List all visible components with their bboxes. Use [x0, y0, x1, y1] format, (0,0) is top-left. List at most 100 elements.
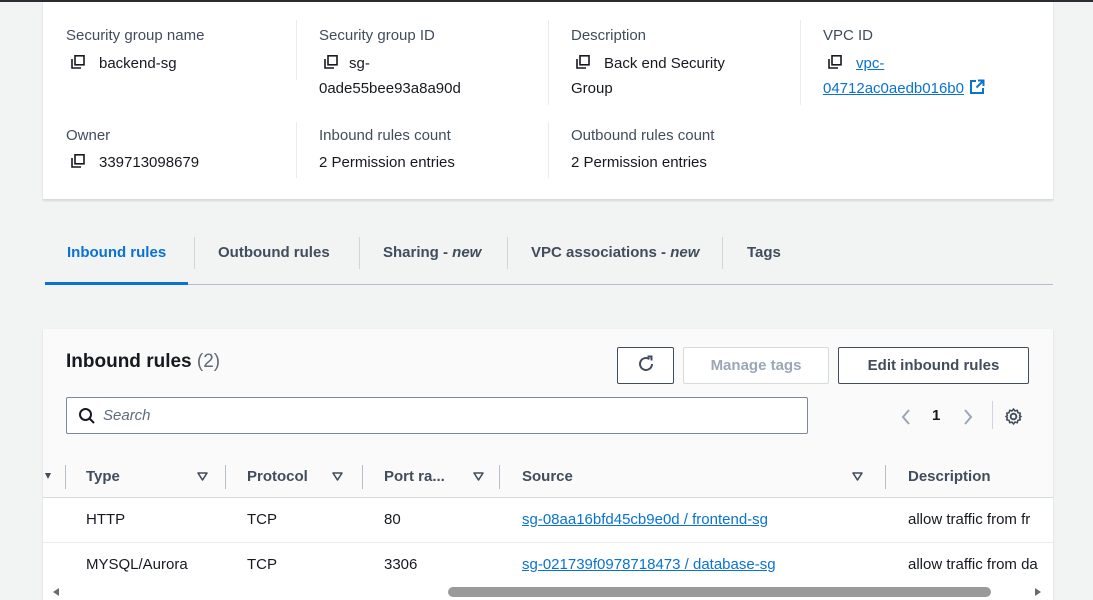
rule-description: allow traffic from fr [886, 497, 1053, 543]
table-cell [43, 497, 66, 543]
sg-id-field: Security group ID sg- 0ade55bee93a8a90d [319, 26, 544, 101]
column-header-source[interactable]: Source [500, 457, 886, 498]
scroll-right-icon[interactable] [1033, 587, 1043, 597]
copy-icon[interactable] [71, 154, 85, 168]
divider [800, 20, 801, 105]
column-label: Description [908, 468, 991, 486]
tab-label: VPC associations - [531, 244, 671, 261]
tab-divider [194, 237, 195, 269]
inbound-count-label: Inbound rules count [319, 127, 451, 144]
panel-header: Inbound rules (2) Manage tags Edit inbou… [43, 329, 1053, 457]
new-tag: new [670, 244, 700, 261]
sg-name-field: Security group name backend-sg [66, 26, 291, 76]
tab-divider [359, 237, 360, 269]
table-row: MYSQL/Aurora TCP 3306 sg-021739f09787184… [43, 542, 1053, 588]
column-header-description[interactable]: Description [886, 457, 1053, 498]
external-link-icon[interactable] [969, 79, 985, 95]
outbound-count-label: Outbound rules count [571, 127, 715, 144]
security-group-details: Security group name backend-sg Security … [43, 2, 1053, 200]
rule-source-link[interactable]: sg-021739f0978718473 / database-sg [522, 556, 776, 573]
edit-inbound-rules-button[interactable]: Edit inbound rules [838, 347, 1029, 384]
sort-icon[interactable] [852, 471, 863, 482]
gear-icon[interactable] [1004, 407, 1023, 426]
table-header-row: Type Protocol Port ra... Source Descript… [43, 457, 1053, 498]
sg-name-value: backend-sg [99, 55, 177, 72]
column-label: Source [522, 468, 573, 486]
vpc-id-link-cont[interactable]: 04712ac0aedb016b0 [823, 80, 964, 97]
search-input[interactable] [103, 404, 793, 426]
tab-label: Outbound rules [218, 244, 330, 261]
chevron-right-icon[interactable] [961, 407, 975, 427]
inbound-rules-panel: Inbound rules (2) Manage tags Edit inbou… [43, 329, 1053, 600]
description-line1: Back end Security [604, 55, 725, 72]
sg-id-label: Security group ID [319, 27, 435, 44]
panel-title: Inbound rules (2) [66, 351, 220, 373]
sg-id-line1: sg- [349, 55, 370, 72]
divider [548, 122, 549, 178]
tab-sharing[interactable]: Sharing - new [383, 226, 481, 284]
divider [548, 20, 549, 105]
description-line2: Group [571, 80, 613, 97]
table-cell [43, 542, 66, 588]
panel-title-text: Inbound rules [66, 351, 192, 372]
column-label: Type [86, 468, 120, 486]
tab-divider [507, 237, 508, 269]
tab-bar: Inbound rules Outbound rules Sharing - n… [44, 226, 1053, 285]
rule-port: 80 [363, 497, 500, 543]
tab-label: Tags [747, 244, 781, 261]
sort-icon[interactable] [332, 471, 343, 482]
tab-tags[interactable]: Tags [747, 226, 781, 284]
outbound-count-value: 2 Permission entries [571, 154, 707, 171]
description-label: Description [571, 27, 647, 44]
horizontal-scrollbar[interactable] [43, 584, 1053, 600]
rule-source-link[interactable]: sg-08aa16bfd45cb9e0d / frontend-sg [522, 511, 768, 528]
vpc-id-field: VPC ID vpc- 04712ac0aedb016b0 [823, 26, 1048, 101]
copy-icon[interactable] [576, 55, 590, 69]
table-row: HTTP TCP 80 sg-08aa16bfd45cb9e0d / front… [43, 497, 1053, 543]
column-label: Port ra... [384, 468, 445, 486]
column-header-type[interactable]: Type [66, 457, 226, 498]
rule-port: 3306 [363, 542, 500, 588]
scroll-left-icon[interactable] [51, 587, 61, 597]
outbound-count-field: Outbound rules count 2 Permission entrie… [571, 126, 796, 175]
sort-icon[interactable] [197, 471, 208, 482]
description-field: Description Back end Security Group [571, 26, 796, 101]
tab-inbound-rules[interactable]: Inbound rules [44, 226, 189, 285]
divider [296, 20, 297, 80]
manage-tags-button[interactable]: Manage tags [683, 347, 829, 384]
pager-divider [992, 401, 993, 429]
rules-table: Type Protocol Port ra... Source Descript… [43, 457, 1053, 588]
rule-description: allow traffic from da [886, 542, 1053, 588]
rules-count: (2) [196, 351, 221, 372]
page-number[interactable]: 1 [932, 407, 940, 424]
rule-protocol: TCP [226, 542, 363, 588]
copy-icon[interactable] [71, 55, 85, 69]
tab-label: Inbound rules [67, 244, 167, 261]
tab-vpc-associations[interactable]: VPC associations - new [531, 226, 699, 284]
copy-icon[interactable] [828, 55, 842, 69]
sort-icon[interactable] [473, 471, 484, 482]
column-header-port-range[interactable]: Port ra... [363, 457, 500, 498]
refresh-button[interactable] [617, 347, 674, 384]
divider [296, 122, 297, 178]
rule-protocol: TCP [226, 497, 363, 543]
search-box [66, 397, 808, 434]
inbound-count-field: Inbound rules count 2 Permission entries [319, 126, 544, 175]
tab-divider [722, 237, 723, 269]
column-label: Protocol [247, 468, 308, 486]
sort-icon [45, 473, 51, 479]
copy-icon[interactable] [324, 55, 338, 69]
column-header-protocol[interactable]: Protocol [226, 457, 363, 498]
scrollbar-thumb[interactable] [448, 587, 991, 597]
tab-outbound-rules[interactable]: Outbound rules [218, 226, 330, 284]
vpc-id-link[interactable]: vpc- [856, 55, 884, 72]
new-tag: new [452, 244, 482, 261]
refresh-icon [638, 355, 653, 371]
vpc-id-label: VPC ID [823, 27, 874, 44]
rule-type: HTTP [66, 497, 226, 543]
inbound-count-value: 2 Permission entries [319, 154, 455, 171]
owner-label: Owner [66, 127, 111, 144]
sg-name-label: Security group name [66, 27, 205, 44]
owner-value: 339713098679 [99, 154, 200, 171]
chevron-left-icon[interactable] [899, 407, 913, 427]
